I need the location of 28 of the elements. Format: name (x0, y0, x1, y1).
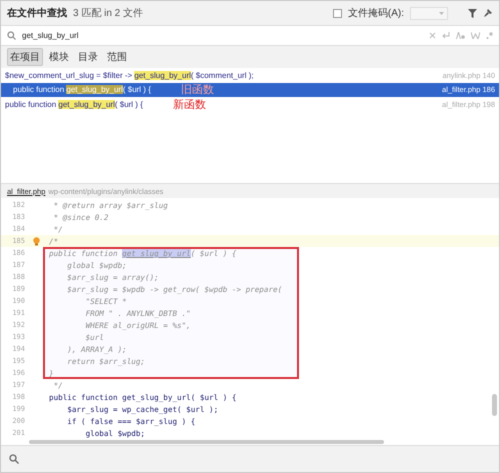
scope-tab[interactable]: 模块 (46, 48, 72, 66)
scrollbar[interactable] (492, 394, 497, 416)
caret-icon[interactable] (439, 12, 444, 14)
scope-tab[interactable]: 范围 (104, 48, 130, 66)
file-mask-label: 文件掩码(A): (348, 6, 404, 20)
match-count: 3 匹配 in 2 文件 (73, 6, 144, 20)
annotation-note: 新函数 (172, 98, 206, 112)
close-icon[interactable] (429, 32, 436, 39)
search-icon (7, 31, 16, 40)
scope-tab[interactable]: 在项目 (7, 48, 43, 66)
result-code: public function get_slug_by_url( $url ) { (13, 85, 151, 94)
scope-tab[interactable]: 目录 (75, 48, 101, 66)
search-settings-icon[interactable] (9, 454, 19, 464)
panel-title: 在文件中查找 (7, 6, 67, 20)
match-case-icon[interactable] (456, 32, 465, 39)
result-code: public function get_slug_by_url( $url ) { (5, 100, 143, 109)
file-mask-checkbox[interactable] (332, 8, 342, 18)
filter-icon[interactable] (468, 8, 477, 18)
annotation-note: 旧函数 (180, 83, 214, 98)
pin-icon[interactable] (483, 8, 493, 18)
lightbulb-icon[interactable] (32, 236, 40, 246)
regex-icon[interactable] (486, 32, 493, 39)
newline-icon[interactable] (442, 32, 450, 39)
search-field[interactable]: get_slug_by_url (22, 31, 423, 40)
scrollbar[interactable] (29, 440, 384, 444)
whole-word-icon[interactable] (471, 32, 480, 39)
file-mask-dropdown[interactable] (410, 6, 448, 20)
result-code: $new_comment_url_slug = $filter -> get_slug_by_url( $comment_url ); (5, 70, 254, 80)
